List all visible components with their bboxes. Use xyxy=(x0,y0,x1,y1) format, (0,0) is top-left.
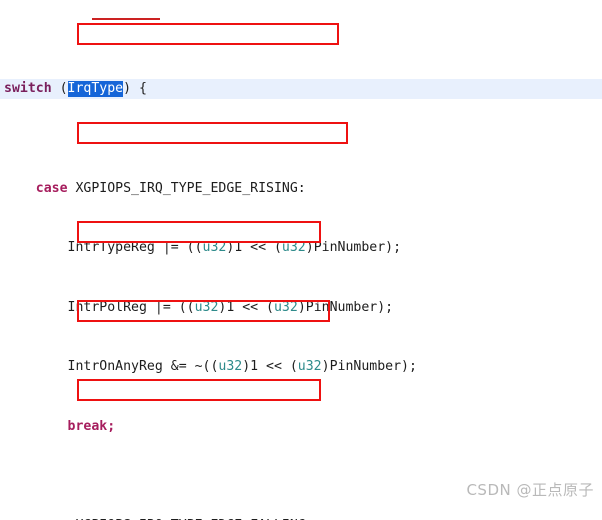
switch-open-paren: ( xyxy=(51,81,68,97)
code-line-stmt[interactable]: IntrTypeReg |= ((u32)1 << (u32)PinNumber… xyxy=(0,238,602,258)
case-constant-edge-rising: XGPIOPS_IRQ_TYPE_EDGE_RISING xyxy=(75,180,298,196)
annotation-box-edge-rising xyxy=(77,23,339,45)
keyword-break: break; xyxy=(67,418,116,434)
selection-underline xyxy=(92,18,160,20)
stmt-lhs: IntrOnAnyReg xyxy=(67,359,171,375)
stmt-op: |= (( xyxy=(162,240,203,256)
type-u32: u32 xyxy=(218,359,243,375)
code-line-switch[interactable]: switch (IrqType) { xyxy=(0,79,602,100)
keyword-switch: switch xyxy=(4,81,52,97)
code-line-case-1[interactable]: case XGPIOPS_IRQ_TYPE_EDGE_RISING: xyxy=(0,179,602,199)
type-u32: u32 xyxy=(273,299,298,315)
csdn-watermark: CSDN @正点原子 xyxy=(466,481,594,500)
switch-close-brace: ) { xyxy=(123,81,147,97)
code-line-stmt[interactable]: IntrOnAnyReg &= ~((u32)1 << (u32)PinNumb… xyxy=(0,357,602,377)
type-u32: u32 xyxy=(281,240,306,256)
type-u32: u32 xyxy=(297,359,322,375)
stmt-op: |= (( xyxy=(154,299,195,315)
annotation-box-level-low xyxy=(77,379,321,401)
keyword-case: case xyxy=(35,180,68,196)
code-line-stmt[interactable]: IntrPolReg |= ((u32)1 << (u32)PinNumber)… xyxy=(0,298,602,318)
stmt-op: &= ~(( xyxy=(170,359,219,375)
code-editor[interactable]: switch (IrqType) { case XGPIOPS_IRQ_TYPE… xyxy=(0,0,602,520)
stmt-tail: )PinNumber); xyxy=(321,359,417,375)
stmt-tail: )PinNumber); xyxy=(305,240,402,256)
code-line-case-2[interactable]: case XGPIOPS_IRQ_TYPE_EDGE_FALLING: xyxy=(0,516,602,520)
stmt-mid: )1 << ( xyxy=(218,299,274,315)
type-u32: u32 xyxy=(194,299,219,315)
case-colon: : xyxy=(297,180,306,196)
type-u32: u32 xyxy=(202,240,227,256)
selected-identifier-irqtype[interactable]: IrqType xyxy=(67,81,124,98)
stmt-mid: )1 << ( xyxy=(226,240,282,256)
stmt-mid: )1 << ( xyxy=(242,359,298,375)
stmt-lhs: IntrPolReg xyxy=(67,299,155,315)
stmt-lhs: IntrTypeReg xyxy=(67,240,163,256)
code-line-break[interactable]: break; xyxy=(0,417,602,437)
stmt-tail: )PinNumber); xyxy=(297,299,394,315)
annotation-box-edge-falling xyxy=(77,122,348,144)
